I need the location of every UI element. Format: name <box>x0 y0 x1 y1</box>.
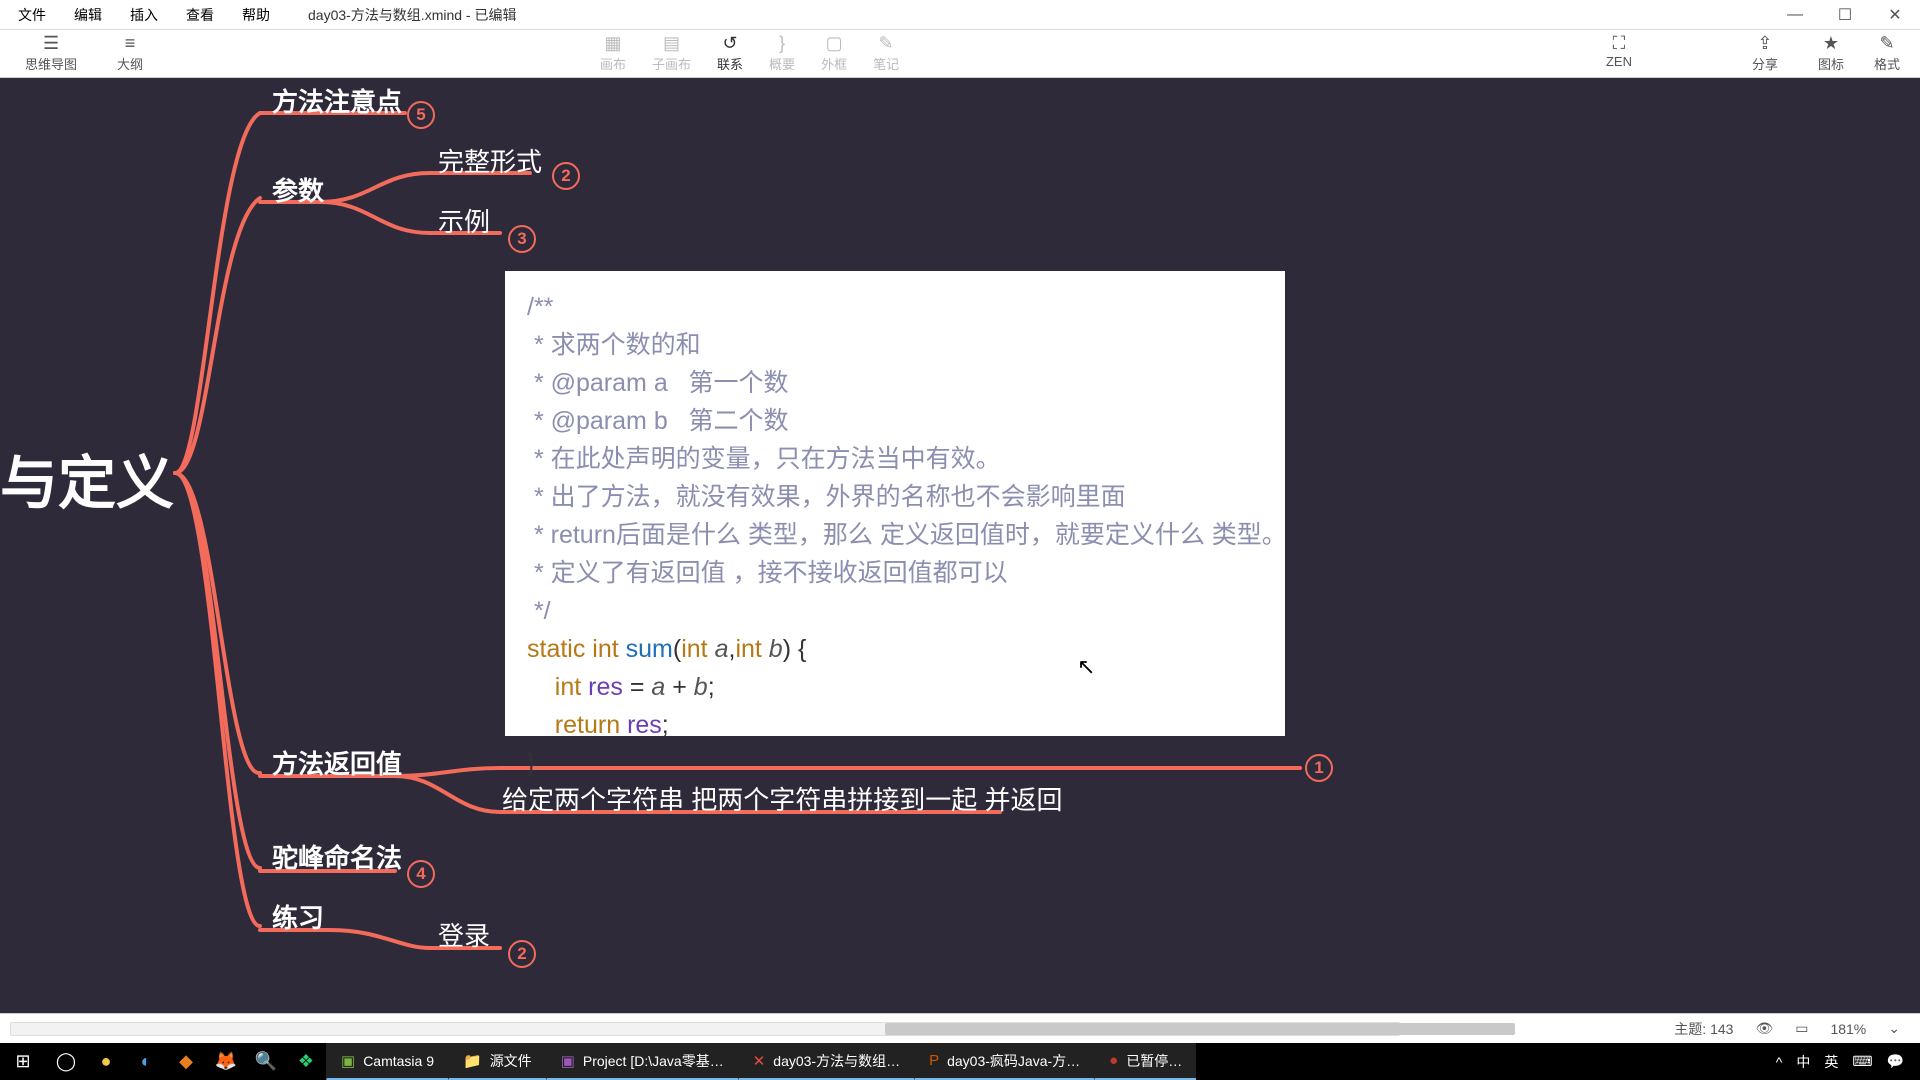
app-icon-2[interactable]: ❖ <box>286 1051 326 1072</box>
zoom-level[interactable]: 181% <box>1830 1021 1866 1037</box>
zen-button[interactable]: ⛶ZEN <box>1606 34 1632 73</box>
menu-insert[interactable]: 插入 <box>130 5 158 25</box>
node-method-notes[interactable]: 方法注意点 <box>272 82 402 119</box>
task-rec-label: 已暂停… <box>1126 1051 1182 1071</box>
icon-panel-label: 图标 <box>1818 54 1844 73</box>
tool-subcanvas-label: 子画布 <box>652 54 691 73</box>
view-mindmap-button[interactable]: ☰思维导图 <box>25 34 77 73</box>
badge-2a: 2 <box>552 162 580 190</box>
badge-1: 1 <box>1305 754 1333 782</box>
badge-5: 5 <box>407 101 435 129</box>
tool-boundary[interactable]: ▢外框 <box>821 34 847 73</box>
format-panel-label: 格式 <box>1874 54 1900 73</box>
search-icon[interactable]: 🔍 <box>246 1051 286 1072</box>
fit-icon[interactable]: ▭ <box>1795 1020 1808 1037</box>
code-preview: /** * 求两个数的和 * @param a 第一个数 * @param b … <box>505 271 1285 736</box>
tool-subcanvas[interactable]: ▤子画布 <box>652 34 691 73</box>
topic-count-label: 主题: 143 <box>1674 1019 1733 1039</box>
edge-icon[interactable]: ◐ <box>126 1051 166 1072</box>
cortana-icon[interactable]: ◯ <box>46 1051 86 1072</box>
firefox-icon[interactable]: 🦊 <box>206 1051 246 1072</box>
menu-file[interactable]: 文件 <box>18 5 46 25</box>
start-button[interactable]: ⊞ <box>0 1051 46 1072</box>
mindmap-canvas[interactable]: 与定义 方法注意点 5 参数 完整形式 2 示例 3 方法返回值 1 给定两个字… <box>0 78 1920 1043</box>
node-full-form[interactable]: 完整形式 <box>438 142 542 179</box>
tool-canvas[interactable]: ▦画布 <box>600 34 626 73</box>
chrome-icon[interactable]: ● <box>86 1051 126 1072</box>
ime-en[interactable]: 英 <box>1824 1052 1838 1072</box>
task-project[interactable]: ▣Project [D:\Java零基… <box>546 1043 738 1080</box>
window-close-button[interactable]: ✕ <box>1870 0 1920 30</box>
badge-4: 4 <box>407 860 435 888</box>
node-return-child[interactable]: 给定两个字符串 把两个字符串拼接到一起 并返回 <box>502 780 1062 817</box>
document-title: day03-方法与数组.xmind - 已编辑 <box>288 5 516 25</box>
menu-edit[interactable]: 编辑 <box>74 5 102 25</box>
tool-relationship[interactable]: ↺联系 <box>717 34 743 73</box>
task-camtasia-label: Camtasia 9 <box>363 1053 434 1069</box>
node-login[interactable]: 登录 <box>438 916 490 953</box>
window-minimize-button[interactable]: — <box>1770 0 1820 30</box>
view-outline-label: 大纲 <box>117 54 143 73</box>
zen-label: ZEN <box>1606 54 1632 69</box>
zoom-chevron-icon[interactable]: ⌄ <box>1888 1020 1900 1037</box>
menu-view[interactable]: 查看 <box>186 5 214 25</box>
task-camtasia[interactable]: ▣Camtasia 9 <box>326 1043 448 1080</box>
root-node[interactable]: 与定义 <box>0 436 174 520</box>
tool-note[interactable]: ✎笔记 <box>873 34 899 73</box>
notifications-icon[interactable]: 💬 <box>1887 1053 1904 1070</box>
window-maximize-button[interactable]: ☐ <box>1820 0 1870 30</box>
scrollbar-thumb[interactable] <box>885 1023 1515 1035</box>
tray-chevron-icon[interactable]: ^ <box>1776 1054 1783 1070</box>
menu-help[interactable]: 帮助 <box>242 5 270 25</box>
share-button[interactable]: ⇪分享 <box>1752 34 1778 73</box>
badge-3: 3 <box>508 225 536 253</box>
share-label: 分享 <box>1752 54 1778 73</box>
view-outline-button[interactable]: ≡大纲 <box>117 34 143 73</box>
format-panel-button[interactable]: ✎格式 <box>1874 34 1900 73</box>
app-icon-1[interactable]: ◆ <box>166 1051 206 1072</box>
tool-canvas-label: 画布 <box>600 54 626 73</box>
task-folder-label: 源文件 <box>490 1051 532 1071</box>
node-practice[interactable]: 练习 <box>272 898 324 935</box>
windows-taskbar[interactable]: ⊞ ◯ ● ◐ ◆ 🦊 🔍 ❖ ▣Camtasia 9 📁源文件 ▣Projec… <box>0 1043 1920 1080</box>
task-project-label: Project [D:\Java零基… <box>583 1051 724 1071</box>
node-camelcase[interactable]: 驼峰命名法 <box>272 838 402 875</box>
system-tray[interactable]: ^ 中 英 ⌨ 💬 <box>1760 1052 1920 1072</box>
horizontal-scrollbar[interactable] <box>10 1022 1400 1036</box>
view-mindmap-label: 思维导图 <box>25 54 77 73</box>
node-example[interactable]: 示例 <box>438 202 490 239</box>
visibility-icon[interactable]: 👁 <box>1755 1020 1773 1037</box>
node-params[interactable]: 参数 <box>272 171 324 208</box>
task-xmind-label: day03-方法与数组… <box>773 1051 900 1071</box>
ime-zh[interactable]: 中 <box>1796 1052 1810 1072</box>
tool-summary[interactable]: }概要 <box>769 34 795 73</box>
task-ppt-label: day03-疯码Java-方… <box>947 1051 1080 1071</box>
keyboard-icon[interactable]: ⌨ <box>1852 1053 1872 1070</box>
badge-2b: 2 <box>508 940 536 968</box>
status-bar: 主题: 143 👁 ▭ 181% ⌄ <box>0 1013 1920 1043</box>
tool-relationship-label: 联系 <box>717 54 743 73</box>
tool-note-label: 笔记 <box>873 54 899 73</box>
tool-boundary-label: 外框 <box>821 54 847 73</box>
task-recording[interactable]: ●已暂停… <box>1094 1043 1196 1080</box>
icon-panel-button[interactable]: ★图标 <box>1818 34 1844 73</box>
tool-summary-label: 概要 <box>769 54 795 73</box>
task-xmind[interactable]: ✕day03-方法与数组… <box>738 1043 914 1080</box>
task-powerpoint[interactable]: Pday03-疯码Java-方… <box>914 1043 1094 1080</box>
node-return[interactable]: 方法返回值 <box>272 744 402 781</box>
task-folder[interactable]: 📁源文件 <box>448 1043 546 1080</box>
